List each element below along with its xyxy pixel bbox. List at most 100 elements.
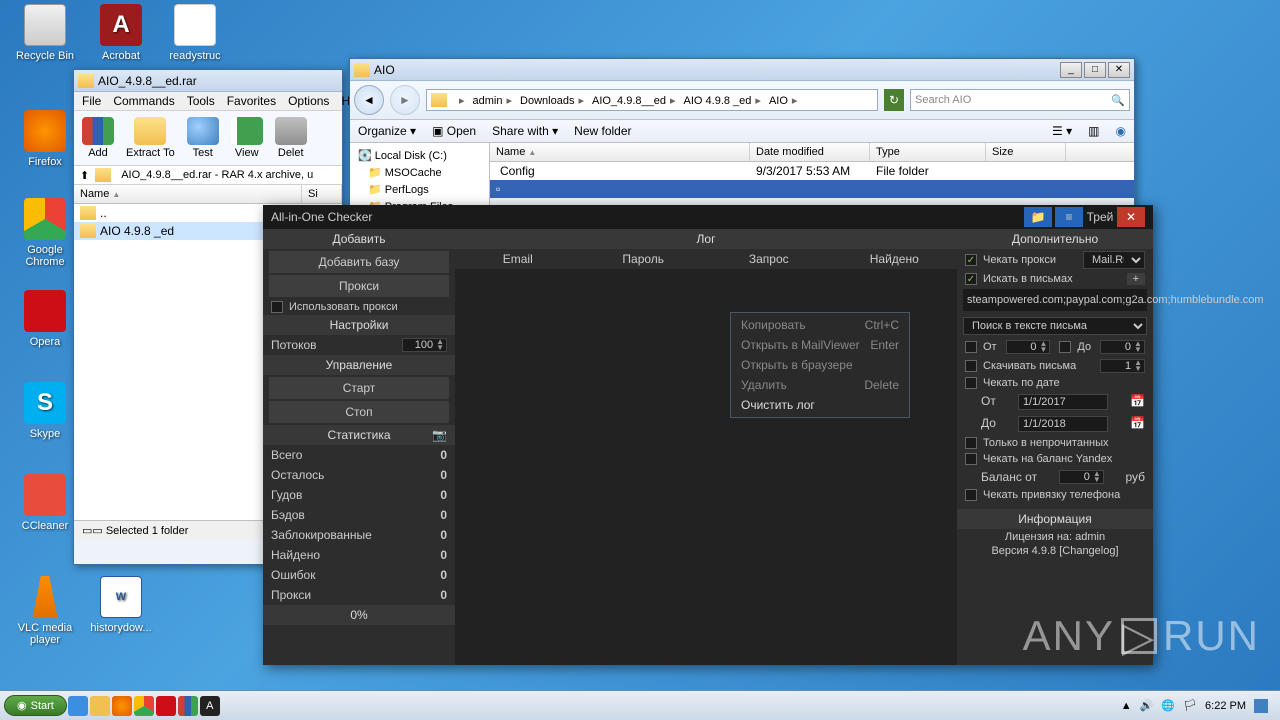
tb-chrome-icon[interactable] bbox=[134, 696, 154, 716]
col-found[interactable]: Найдено bbox=[832, 252, 958, 266]
tb-explorer-icon[interactable] bbox=[90, 696, 110, 716]
open-button[interactable]: ▣ Open bbox=[432, 124, 476, 138]
ctx-item[interactable]: КопироватьCtrl+C bbox=[731, 315, 909, 335]
aio-folder-button[interactable]: 📁 bbox=[1024, 207, 1052, 227]
col-size[interactable]: Si bbox=[302, 185, 342, 203]
col-date[interactable]: Date modified bbox=[750, 143, 870, 161]
from-input[interactable]: ▲▼ bbox=[1006, 340, 1051, 354]
calendar-icon[interactable]: 📅 bbox=[1130, 394, 1145, 410]
aio-menu-button[interactable]: ≡ bbox=[1055, 207, 1083, 227]
stop-button[interactable]: Стоп bbox=[269, 401, 449, 423]
back-button[interactable]: ◄ bbox=[354, 85, 384, 115]
download-mail-checkbox[interactable]: Скачивать письма ▲▼ bbox=[957, 357, 1153, 375]
organize-button[interactable]: Organize ▾ bbox=[358, 124, 416, 138]
col-password[interactable]: Пароль bbox=[581, 252, 707, 266]
ctx-item[interactable]: Очистить лог bbox=[731, 395, 909, 415]
tray-volume-icon[interactable]: 🔊 bbox=[1140, 699, 1154, 712]
aio-close-button[interactable]: ✕ bbox=[1117, 207, 1145, 227]
desktop-acrobat[interactable]: AAcrobat bbox=[86, 4, 156, 62]
minimize-button[interactable]: _ bbox=[1060, 62, 1082, 78]
delete-button[interactable]: Delet bbox=[275, 117, 307, 159]
start-button[interactable]: Старт bbox=[269, 377, 449, 399]
tb-aio-icon[interactable]: A bbox=[200, 696, 220, 716]
proxy-button[interactable]: Прокси bbox=[269, 275, 449, 297]
file-row[interactable]: Config 9/3/2017 5:53 AM File folder bbox=[490, 162, 1134, 180]
camera-icon[interactable]: 📷 bbox=[432, 428, 447, 442]
proxy-provider-select[interactable]: Mail.Ru bbox=[1083, 251, 1145, 269]
download-count[interactable]: ▲▼ bbox=[1100, 359, 1145, 373]
menu-options[interactable]: Options bbox=[288, 94, 329, 108]
desktop-ccleaner[interactable]: CCleaner bbox=[10, 474, 80, 532]
menu-favorites[interactable]: Favorites bbox=[227, 94, 276, 108]
search-input[interactable]: Search AIO🔍 bbox=[910, 89, 1130, 111]
menu-tools[interactable]: Tools bbox=[187, 94, 215, 108]
address-bar[interactable]: admin Downloads AIO_4.9.8__ed AIO 4.9.8 … bbox=[426, 89, 878, 111]
tb-winrar-icon[interactable] bbox=[178, 696, 198, 716]
file-row-selected[interactable]: ▫ bbox=[490, 180, 1134, 198]
check-phone-checkbox[interactable]: Чекать привязку телефона bbox=[957, 487, 1153, 503]
balance-input[interactable]: ▲▼ bbox=[1059, 470, 1104, 484]
test-button[interactable]: Test bbox=[187, 117, 219, 159]
winrar-pathbar[interactable]: ⬆ AIO_4.9.8__ed.rar - RAR 4.x archive, u bbox=[74, 166, 342, 185]
plus-button[interactable]: + bbox=[1127, 273, 1145, 285]
tree-localdisk[interactable]: 💽 Local Disk (C:) bbox=[354, 147, 485, 164]
tb-ie-icon[interactable] bbox=[68, 696, 88, 716]
menu-file[interactable]: File bbox=[82, 94, 101, 108]
desktop-vlc[interactable]: VLC media player bbox=[10, 576, 80, 646]
col-name[interactable]: Name ▲ bbox=[74, 185, 302, 203]
ctx-item[interactable]: Открыть в браузере bbox=[731, 355, 909, 375]
extract-button[interactable]: Extract To bbox=[126, 117, 175, 159]
search-mail-checkbox[interactable]: ✓Искать в письмах + bbox=[957, 271, 1153, 287]
view-button[interactable]: View bbox=[231, 117, 263, 159]
desktop-recycle-bin[interactable]: Recycle Bin bbox=[10, 4, 80, 62]
add-button[interactable]: Add bbox=[82, 117, 114, 159]
show-desktop-button[interactable] bbox=[1254, 699, 1268, 713]
desktop-chrome[interactable]: Google Chrome bbox=[10, 198, 80, 268]
search-text-select[interactable]: Поиск в тексте письма bbox=[963, 317, 1147, 335]
refresh-button[interactable]: ↻ bbox=[884, 89, 904, 111]
maximize-button[interactable]: □ bbox=[1084, 62, 1106, 78]
tree-msocache[interactable]: 📁 MSOCache bbox=[354, 164, 485, 181]
ctx-item[interactable]: УдалитьDelete bbox=[731, 375, 909, 395]
tray-up-icon[interactable]: ▲ bbox=[1121, 700, 1132, 712]
calendar-icon[interactable]: 📅 bbox=[1130, 416, 1145, 432]
tray-flag-icon[interactable]: 🏳 bbox=[1183, 699, 1197, 712]
date-from-input[interactable] bbox=[1018, 394, 1108, 410]
preview-button[interactable]: ▥ bbox=[1088, 124, 1099, 138]
desktop-firefox[interactable]: Firefox bbox=[10, 110, 80, 168]
col-type[interactable]: Type bbox=[870, 143, 986, 161]
explorer-titlebar[interactable]: AIO _ □ ✕ bbox=[350, 59, 1134, 81]
aio-titlebar[interactable]: All-in-One Checker 📁 ≡ Трей ✕ bbox=[263, 205, 1153, 229]
desktop-readystruc[interactable]: readystruc bbox=[160, 4, 230, 62]
tb-opera-icon[interactable] bbox=[156, 696, 176, 716]
col-email[interactable]: Email bbox=[455, 252, 581, 266]
date-to-input[interactable] bbox=[1018, 416, 1108, 432]
aio-tray-button[interactable]: Трей bbox=[1086, 207, 1114, 227]
threads-input[interactable]: ▲▼ bbox=[402, 338, 447, 352]
check-proxy-checkbox[interactable]: ✓Чекать прокси Mail.Ru bbox=[957, 249, 1153, 271]
tree-perflogs[interactable]: 📁 PerfLogs bbox=[354, 181, 485, 198]
tray-time[interactable]: 6:22 PM bbox=[1205, 700, 1246, 712]
to-input[interactable]: ▲▼ bbox=[1100, 340, 1145, 354]
menu-commands[interactable]: Commands bbox=[113, 94, 174, 108]
up-icon[interactable]: ⬆ bbox=[80, 169, 89, 182]
desktop-skype[interactable]: SSkype bbox=[10, 382, 80, 440]
ctx-item[interactable]: Открыть в MailViewerEnter bbox=[731, 335, 909, 355]
close-button[interactable]: ✕ bbox=[1108, 62, 1130, 78]
col-request[interactable]: Запрос bbox=[706, 252, 832, 266]
only-unread-checkbox[interactable]: Только в непрочитанных bbox=[957, 435, 1153, 451]
tb-firefox-icon[interactable] bbox=[112, 696, 132, 716]
tray-network-icon[interactable]: 🌐 bbox=[1161, 699, 1175, 712]
desktop-opera[interactable]: Opera bbox=[10, 290, 80, 348]
view-button[interactable]: ☰ ▾ bbox=[1052, 124, 1072, 138]
add-base-button[interactable]: Добавить базу bbox=[269, 251, 449, 273]
search-icon[interactable]: 🔍 bbox=[1111, 94, 1125, 107]
help-icon[interactable]: ◉ bbox=[1116, 124, 1126, 138]
use-proxy-checkbox[interactable]: Использовать прокси bbox=[263, 299, 455, 315]
col-name[interactable]: Name ▲ bbox=[490, 143, 750, 161]
col-size[interactable]: Size bbox=[986, 143, 1066, 161]
desktop-historydow[interactable]: Whistorydow... bbox=[86, 576, 156, 634]
forward-button[interactable]: ► bbox=[390, 85, 420, 115]
start-button[interactable]: ◉ Start bbox=[4, 695, 67, 716]
check-yandex-checkbox[interactable]: Чекать на баланс Yandex bbox=[957, 451, 1153, 467]
